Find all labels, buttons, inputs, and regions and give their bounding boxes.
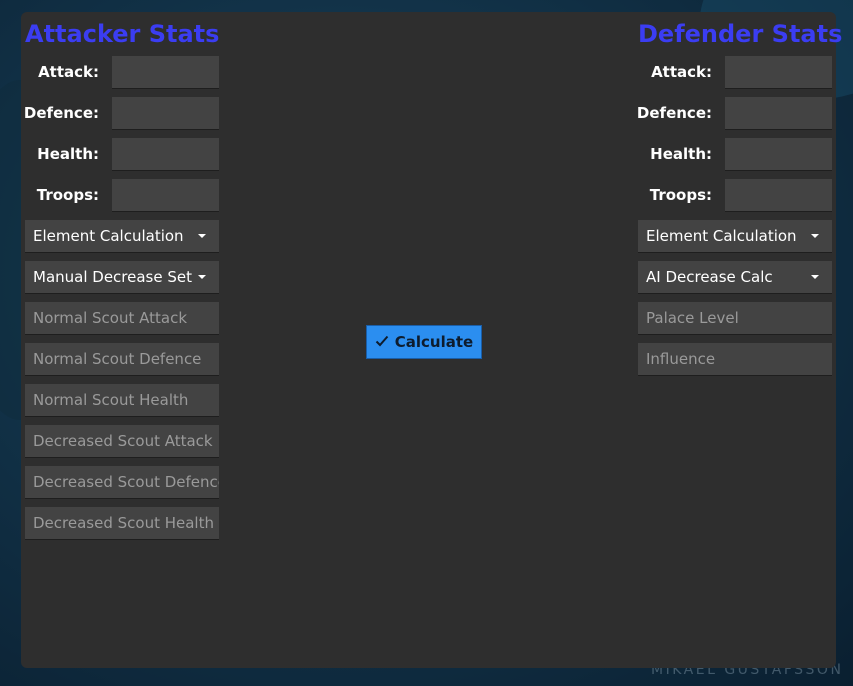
- defender-attack-input[interactable]: [725, 56, 832, 88]
- palace-level-input[interactable]: Palace Level: [638, 302, 832, 334]
- attacker-health-label: Health:: [37, 145, 99, 163]
- normal-scout-health-input[interactable]: Normal Scout Health: [25, 384, 219, 416]
- defender-troops-input[interactable]: [725, 179, 832, 211]
- decreased-scout-defence-input[interactable]: Decreased Scout Defence: [25, 466, 219, 498]
- attacker-defence-input[interactable]: [112, 97, 219, 129]
- defender-defence-label: Defence:: [636, 104, 712, 122]
- decreased-scout-attack-input[interactable]: Decreased Scout Attack: [25, 425, 219, 457]
- chevron-down-icon: [198, 275, 206, 279]
- attacker-decrease-dropdown-value: Manual Decrease Set: [33, 268, 193, 286]
- attacker-troops-input[interactable]: [112, 179, 219, 211]
- check-icon: [375, 335, 389, 347]
- defender-troops-label: Troops:: [649, 186, 712, 204]
- attacker-decrease-dropdown[interactable]: Manual Decrease Set: [25, 261, 219, 293]
- influence-input[interactable]: Influence: [638, 343, 832, 375]
- defender-title: Defender Stats: [638, 20, 843, 48]
- defender-element-dropdown-value: Element Calculation: [646, 227, 797, 245]
- attacker-title: Attacker Stats: [25, 20, 220, 48]
- normal-scout-defence-input[interactable]: Normal Scout Defence: [25, 343, 219, 375]
- attacker-element-dropdown[interactable]: Element Calculation: [25, 220, 219, 252]
- decreased-scout-health-input[interactable]: Decreased Scout Health: [25, 507, 219, 539]
- calculate-button-label: Calculate: [394, 333, 474, 351]
- defender-decrease-dropdown-value: AI Decrease Calc: [646, 268, 773, 286]
- defender-attack-label: Attack:: [651, 63, 712, 81]
- attacker-attack-input[interactable]: [112, 56, 219, 88]
- attacker-health-input[interactable]: [112, 138, 219, 170]
- normal-scout-attack-input[interactable]: Normal Scout Attack: [25, 302, 219, 334]
- chevron-down-icon: [198, 234, 206, 238]
- defender-health-input[interactable]: [725, 138, 832, 170]
- defender-defence-input[interactable]: [725, 97, 832, 129]
- defender-element-dropdown[interactable]: Element Calculation: [638, 220, 832, 252]
- defender-decrease-dropdown[interactable]: AI Decrease Calc: [638, 261, 832, 293]
- calculate-button[interactable]: Calculate: [366, 325, 482, 359]
- main-panel: Attacker Stats Attack: Defence: Health: …: [21, 12, 842, 668]
- chevron-down-icon: [811, 275, 819, 279]
- attacker-troops-label: Troops:: [36, 186, 99, 204]
- attacker-element-dropdown-value: Element Calculation: [33, 227, 184, 245]
- chevron-down-icon: [811, 234, 819, 238]
- attacker-defence-label: Defence:: [23, 104, 99, 122]
- defender-health-label: Health:: [650, 145, 712, 163]
- attacker-attack-label: Attack:: [38, 63, 99, 81]
